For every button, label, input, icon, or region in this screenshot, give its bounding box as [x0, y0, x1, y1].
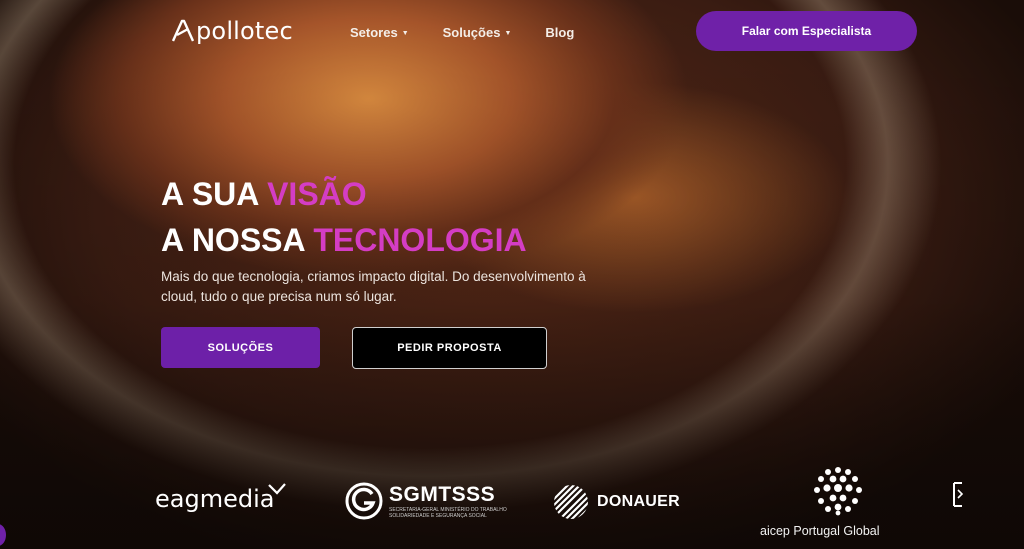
solutions-button[interactable]: SOLUÇÕES [161, 327, 320, 368]
headline-line-2-prefix: A NOSSA [161, 222, 305, 258]
aicep-text: aicep Portugal Global [760, 524, 880, 538]
top-navigation: pollotec Setores ▼ Soluções ▼ Blog Falar… [0, 0, 1024, 62]
sgm-text-block: SGMTSSS SECRETARIA-GERAL MINISTÉRIO DO T… [389, 483, 507, 519]
donauer-logo: DONAUER [553, 484, 680, 520]
headline-line-2-accent: TECNOLOGIA [313, 222, 527, 258]
sgmtsss-logo: SGMTSSS SECRETARIA-GERAL MINISTÉRIO DO T… [345, 482, 507, 520]
menu-item-label: Setores [350, 25, 398, 40]
donauer-text: DONAUER [597, 493, 680, 510]
menu-item-label: Soluções [442, 25, 501, 40]
menu-item-label: Blog [545, 25, 575, 40]
apollotec-logo[interactable]: pollotec [172, 17, 293, 45]
headline-line-1-accent: VISÃO [267, 176, 367, 212]
eagmedia-text: eagmedia [155, 485, 275, 513]
menu-item-solucoes[interactable]: Soluções ▼ [443, 25, 512, 40]
aicep-dots-icon [813, 467, 862, 516]
aicep-logo: aicep Portugal Global [760, 466, 880, 538]
menu-item-setores[interactable]: Setores ▼ [350, 25, 409, 40]
logo-text: pollotec [196, 17, 293, 45]
client-logos: eagmedia SGMTSSS SECRETARIA-GERAL MINIST… [0, 460, 1024, 549]
request-proposal-button[interactable]: PEDIR PROPOSTA [352, 327, 547, 369]
caret-down-icon: ▼ [401, 29, 409, 37]
partial-logo-icon [953, 482, 964, 507]
hero-headline: A SUA VISÃO A NOSSA TECNOLOGIA [161, 171, 527, 263]
headline-line-2: A NOSSA TECNOLOGIA [161, 217, 527, 263]
headline-line-1: A SUA VISÃO [161, 171, 527, 217]
chevron-check-icon [268, 483, 286, 495]
sgm-title: SGMTSSS [389, 483, 496, 506]
talk-to-specialist-button[interactable]: Falar com Especialista [696, 11, 917, 51]
headline-line-1-prefix: A SUA [161, 176, 259, 212]
apollotec-a-icon [172, 19, 194, 42]
sgm-emblem-icon [345, 482, 383, 520]
sgm-subtitle-2: SOLIDARIEDADE E SEGURANÇA SOCIAL [389, 513, 487, 519]
donauer-striped-circle-icon [554, 485, 588, 519]
eagmedia-logo: eagmedia [155, 483, 286, 513]
main-menu: Setores ▼ Soluções ▼ Blog [350, 25, 574, 40]
menu-item-blog[interactable]: Blog [545, 25, 574, 40]
caret-down-icon: ▼ [504, 29, 512, 37]
hero-subtitle: Mais do que tecnologia, criamos impacto … [161, 269, 586, 304]
